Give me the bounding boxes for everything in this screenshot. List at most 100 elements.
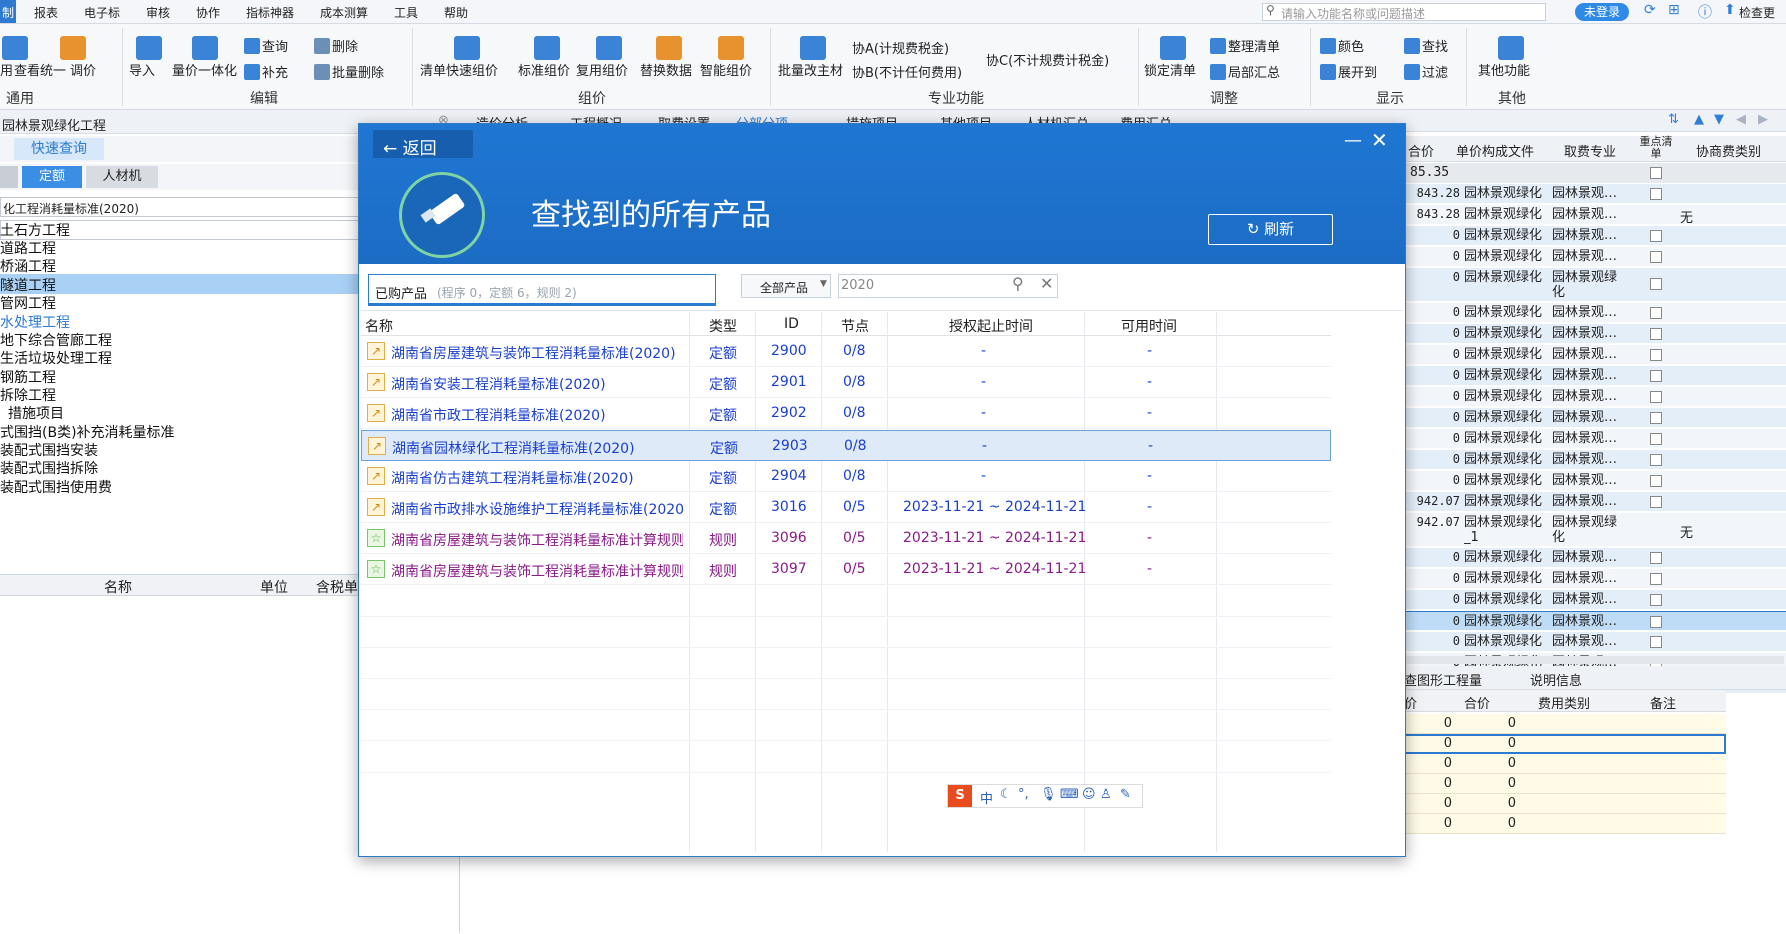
tab-graphic-quantity[interactable]: 查图形工程量 <box>1404 670 1482 689</box>
product-row[interactable]: ↗ 湖南省园林绿化工程消耗量标准(2020) 定额 2903 0/8 - - <box>361 429 1331 461</box>
tree-item[interactable]: 拆除工程 <box>0 385 56 405</box>
grid-row[interactable]: 0 园林景观绿化园林景观… <box>1400 345 1786 365</box>
supplement-button[interactable]: 补充 <box>244 62 288 81</box>
key-list-checkbox[interactable] <box>1650 167 1662 179</box>
keyboard-icon[interactable]: ⌨ <box>1060 787 1079 802</box>
product-name[interactable]: 湖南省市政工程消耗量标准(2020) <box>391 405 683 425</box>
key-list-checkbox[interactable] <box>1650 496 1662 508</box>
key-list-checkbox[interactable] <box>1650 616 1662 628</box>
batch-delete-button[interactable]: 批量删除 <box>314 62 384 81</box>
product-row[interactable]: ↗ 湖南省市政排水设施维护工程消耗量标准(2020) 定额 3016 0/5 2023-1… <box>361 492 1331 523</box>
punctuation-icon[interactable]: °, <box>1018 787 1029 802</box>
grid-row[interactable]: 0 园林景观绿化园林景观… <box>1400 324 1786 344</box>
tree-item[interactable]: 装配式围挡使用费 <box>0 477 112 497</box>
microphone-icon[interactable]: 🎙 <box>1040 787 1057 802</box>
search-icon[interactable]: ⚲ <box>1012 274 1024 293</box>
key-list-checkbox[interactable] <box>1650 475 1662 487</box>
grid-row[interactable]: 0 园林景观绿化园林景观… <box>1400 450 1786 470</box>
std-group-button[interactable]: 标准组价 <box>518 60 570 79</box>
partial-summary-button[interactable]: 局部汇总 <box>1210 62 1280 81</box>
find-button[interactable]: 查找 <box>1404 36 1448 55</box>
grid-row[interactable]: 843.28 园林景观绿化 园林景观… 无 <box>1400 205 1786 225</box>
key-list-checkbox[interactable] <box>1650 307 1662 319</box>
grid-icon[interactable]: ⊞ <box>1668 2 1680 18</box>
filter-button[interactable]: 过滤 <box>1404 62 1448 81</box>
grid-row[interactable]: 0 园林景观绿化园林景观… <box>1400 569 1786 589</box>
grid-row[interactable]: 0 园林景观绿化园林景观… <box>1400 247 1786 267</box>
key-list-checkbox[interactable] <box>1650 349 1662 361</box>
quick-query-tab[interactable]: 快速查询 <box>14 138 104 160</box>
grid-row[interactable]: 0 园林景观绿化园林景观… <box>1400 366 1786 386</box>
tab-description[interactable]: 说明信息 <box>1530 670 1582 689</box>
labor-material-tab[interactable]: 人材机 <box>86 166 158 188</box>
key-list-checkbox[interactable] <box>1650 278 1662 290</box>
arrow-left-icon[interactable]: ◀ <box>1736 112 1746 127</box>
grid-row[interactable]: 843.28 园林景观绿化 园林景观… <box>1400 184 1786 204</box>
product-row[interactable]: ☆ 湖南省房屋建筑与装饰工程消耗量标准计算规则(... 规则 3097 0/5 2023-… <box>361 554 1331 586</box>
upgrade-icon[interactable]: ⬆ <box>1724 2 1736 18</box>
product-name[interactable]: 湖南省房屋建筑与装饰工程消耗量标准计算规则(... <box>391 530 683 550</box>
key-list-checkbox[interactable] <box>1650 370 1662 382</box>
quota-tab[interactable]: 定额 <box>22 166 82 188</box>
function-search-input[interactable]: 请输入功能名称或问题描述 <box>1262 3 1546 21</box>
tree-item[interactable]: 装配式围挡拆除 <box>0 458 98 478</box>
product-row[interactable]: ☆ 湖南省房屋建筑与装饰工程消耗量标准计算规则(... 规则 3096 0/5 2023-… <box>361 523 1331 555</box>
reuse-group-button[interactable]: 复用组价 <box>576 60 628 79</box>
color-button[interactable]: 颜色 <box>1320 36 1364 55</box>
key-list-checkbox[interactable] <box>1650 454 1662 466</box>
grid-row[interactable]: 0 园林景观绿化园林景观… <box>1400 303 1786 323</box>
menu-item-collab[interactable]: 协作 <box>196 4 220 21</box>
menu-item-edit[interactable]: 制 <box>0 0 16 23</box>
tree-item[interactable]: 生活垃圾处理工程 <box>0 348 112 368</box>
login-badge[interactable]: 未登录 <box>1575 3 1629 21</box>
minimize-icon[interactable]: — <box>1344 130 1362 151</box>
tree-item[interactable]: 土石方工程 <box>0 220 70 240</box>
menu-item-help[interactable]: 帮助 <box>444 4 468 21</box>
key-list-checkbox[interactable] <box>1650 188 1662 200</box>
arrow-right-icon[interactable]: ▶ <box>1758 112 1768 127</box>
refresh-button[interactable]: ↻ 刷新 <box>1208 214 1333 245</box>
adjust-price-button[interactable]: 调价 <box>70 60 96 79</box>
close-icon[interactable]: ✕ <box>1371 128 1388 152</box>
horizontal-scrollbar[interactable] <box>1400 656 1784 664</box>
query-button[interactable]: 查询 <box>244 36 288 55</box>
other-functions-button[interactable]: 其他功能 <box>1478 60 1530 79</box>
product-name[interactable]: 湖南省安装工程消耗量标准(2020) <box>391 374 683 394</box>
key-list-checkbox[interactable] <box>1650 594 1662 606</box>
menu-item-cost[interactable]: 成本测算 <box>320 4 368 21</box>
info-icon[interactable]: ⓘ <box>1698 2 1712 22</box>
left-tab-hidden[interactable] <box>0 166 18 188</box>
key-list-checkbox[interactable] <box>1650 552 1662 564</box>
tree-item[interactable]: 式围挡(B类)补充消耗量标准 <box>0 422 175 442</box>
menu-item-review[interactable]: 审核 <box>146 4 170 21</box>
tree-item[interactable]: 措施项目 <box>8 403 64 423</box>
product-name[interactable]: 湖南省市政排水设施维护工程消耗量标准(2020) <box>391 499 683 519</box>
product-filter-select[interactable]: 全部产品 ▼ <box>741 274 831 298</box>
key-list-checkbox[interactable] <box>1650 412 1662 424</box>
user-icon[interactable]: ☺ <box>1082 787 1096 802</box>
smart-group-button[interactable]: 智能组价 <box>700 60 752 79</box>
refresh-icon[interactable]: ⟳ <box>1644 2 1656 18</box>
grid-row[interactable]: 0 园林景观绿化园林景观… <box>1400 471 1786 491</box>
replace-data-button[interactable]: 替换数据 <box>640 60 692 79</box>
grid-row[interactable]: 942.07 园林景观绿化 园林景观… <box>1400 492 1786 512</box>
move-up-icon[interactable]: ▲ <box>1694 112 1704 127</box>
batch-main-material-button[interactable]: 批量改主材 <box>778 60 843 79</box>
back-button[interactable]: ← 返回 <box>373 130 473 159</box>
view-unified-button[interactable]: 查看统一 <box>14 60 66 79</box>
import-button[interactable]: 导入 <box>129 60 155 79</box>
shirt-icon[interactable]: ♙ <box>1100 787 1112 802</box>
moon-icon[interactable]: ☾ <box>1000 787 1012 802</box>
menu-item-report[interactable]: 报表 <box>34 4 58 21</box>
tree-item[interactable]: 桥涵工程 <box>0 256 56 276</box>
tree-item[interactable]: 道路工程 <box>0 238 56 258</box>
ime-mode[interactable]: 中 <box>980 788 993 807</box>
key-list-checkbox[interactable] <box>1650 433 1662 445</box>
sort-icon[interactable]: ⇅ <box>1668 112 1679 127</box>
product-row[interactable]: ↗ 湖南省市政工程消耗量标准(2020) 定额 2902 0/8 - - <box>361 398 1331 430</box>
product-name[interactable]: 湖南省仿古建筑工程消耗量标准(2020) <box>391 468 683 488</box>
key-list-checkbox[interactable] <box>1650 230 1662 242</box>
purchased-products-tab[interactable]: 已购产品 (程序 0，定额 6，规则 2) <box>368 274 716 306</box>
grid-row[interactable]: 0 园林景观绿化园林景观… <box>1400 611 1786 631</box>
organize-list-button[interactable]: 整理清单 <box>1210 36 1280 55</box>
